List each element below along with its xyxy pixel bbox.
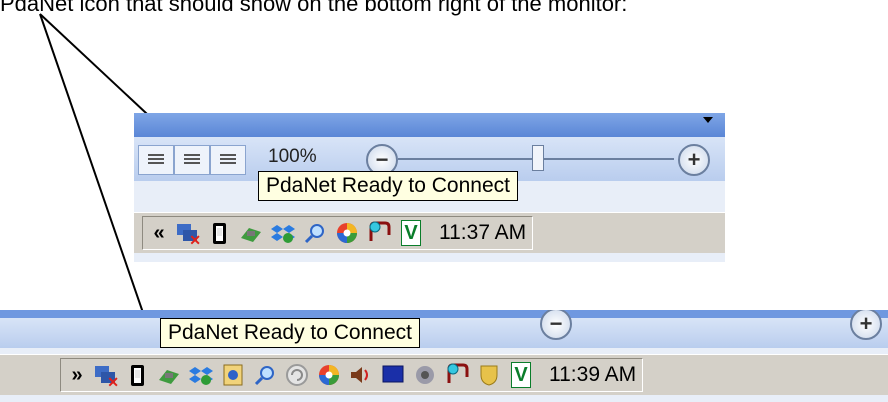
dropbox-icon[interactable] (187, 361, 215, 389)
network-disconnected-icon[interactable]: ✕ (91, 361, 119, 389)
view-button-outline[interactable] (138, 145, 174, 175)
network-disconnected-icon[interactable]: ✕ (173, 219, 201, 247)
tray-expand-button[interactable]: « (149, 222, 169, 245)
search-icon[interactable] (251, 361, 279, 389)
pdanet-phone-icon[interactable] (123, 361, 151, 389)
vc-icon[interactable]: V (507, 361, 535, 389)
view-button-draft[interactable] (174, 145, 210, 175)
zoom-strip: − + (0, 310, 888, 348)
pointer-bubble-icon[interactable] (365, 219, 393, 247)
dropbox-icon[interactable] (269, 219, 297, 247)
vc-icon[interactable]: V (397, 219, 425, 247)
zoom-out-icon[interactable]: − (540, 310, 572, 340)
pointer-bubble-icon[interactable] (443, 361, 471, 389)
taskbar-clock[interactable]: 11:37 AM (439, 221, 526, 245)
sync-swirl-icon[interactable] (333, 219, 361, 247)
volume-icon[interactable] (347, 361, 375, 389)
pdanet-phone-icon[interactable] (205, 219, 233, 247)
tray-expand-button[interactable]: » (67, 364, 87, 387)
taskbar-tray: « ✕ V 11:37 AM (134, 212, 725, 253)
dropdown-arrow-icon[interactable] (703, 117, 713, 123)
toolbar-band (0, 310, 888, 318)
zoom-slider-thumb[interactable] (532, 145, 544, 171)
notification-area: » ✕ V 11:39 AM (60, 358, 644, 392)
toolbar-band (134, 113, 725, 137)
zoom-in-icon[interactable]: + (850, 310, 882, 340)
pdanet-tooltip: PdaNet Ready to Connect (160, 318, 420, 348)
taskbar-tray: » ✕ V 11:39 AM (0, 354, 888, 395)
notification-area: « ✕ V 11:37 AM (142, 216, 534, 250)
pdanet-tooltip: PdaNet Ready to Connect (258, 171, 518, 201)
refresh-icon[interactable] (283, 361, 311, 389)
security-center-icon[interactable] (219, 361, 247, 389)
monitor-icon[interactable] (379, 361, 407, 389)
shield-icon[interactable] (475, 361, 503, 389)
speaker-icon[interactable] (411, 361, 439, 389)
taskbar-clock[interactable]: 11:39 AM (549, 363, 636, 387)
search-icon[interactable] (301, 219, 329, 247)
usb-device-icon[interactable] (155, 361, 183, 389)
zoom-level: 100% (268, 146, 317, 167)
usb-device-icon[interactable] (237, 219, 265, 247)
sync-swirl-icon[interactable] (315, 361, 343, 389)
view-button-print[interactable] (210, 145, 246, 175)
screenshot-2: − + PdaNet Ready to Connect » ✕ V 11:39 … (0, 310, 888, 402)
screenshot-1: 100% − + PdaNet Ready to Connect « ✕ V 1… (134, 113, 725, 262)
zoom-in-icon[interactable]: + (678, 144, 710, 176)
